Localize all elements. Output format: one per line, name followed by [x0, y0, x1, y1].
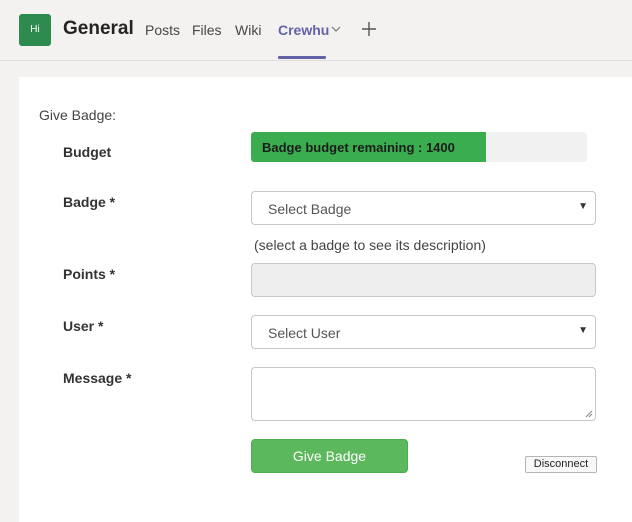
active-tab-indicator	[278, 56, 326, 59]
message-label: Message *	[63, 370, 132, 386]
budget-label: Budget	[63, 144, 112, 160]
resize-handle-icon[interactable]	[585, 410, 593, 418]
team-avatar[interactable]: Hi	[19, 14, 51, 46]
channel-header: Hi General Posts Files Wiki Crewhu	[0, 0, 632, 61]
badge-select-value: Select Badge	[268, 201, 352, 217]
disconnect-button[interactable]: Disconnect	[525, 456, 597, 473]
message-textarea[interactable]	[251, 367, 596, 421]
give-badge-button[interactable]: Give Badge	[251, 439, 408, 473]
user-label: User *	[63, 318, 104, 334]
plus-icon[interactable]	[360, 20, 378, 38]
badge-label: Badge *	[63, 194, 116, 210]
points-input[interactable]	[251, 263, 596, 297]
dropdown-caret-icon: ▼	[578, 201, 588, 212]
badge-description-hint: (select a badge to see its description)	[254, 237, 486, 253]
form-title: Give Badge:	[39, 107, 117, 123]
points-label: Points *	[63, 266, 116, 282]
tab-posts[interactable]: Posts	[145, 22, 180, 38]
chevron-down-icon[interactable]	[331, 24, 341, 34]
user-select-value: Select User	[268, 325, 341, 341]
badge-select[interactable]: Select Badge ▼	[251, 191, 596, 225]
dropdown-caret-icon: ▼	[578, 325, 588, 336]
tab-files[interactable]: Files	[192, 22, 222, 38]
tab-wiki[interactable]: Wiki	[235, 22, 261, 38]
channel-title: General	[63, 18, 134, 39]
budget-remaining-text: Badge budget remaining : 1400	[262, 140, 455, 155]
tab-crewhu[interactable]: Crewhu	[278, 22, 329, 38]
user-select[interactable]: Select User ▼	[251, 315, 596, 349]
